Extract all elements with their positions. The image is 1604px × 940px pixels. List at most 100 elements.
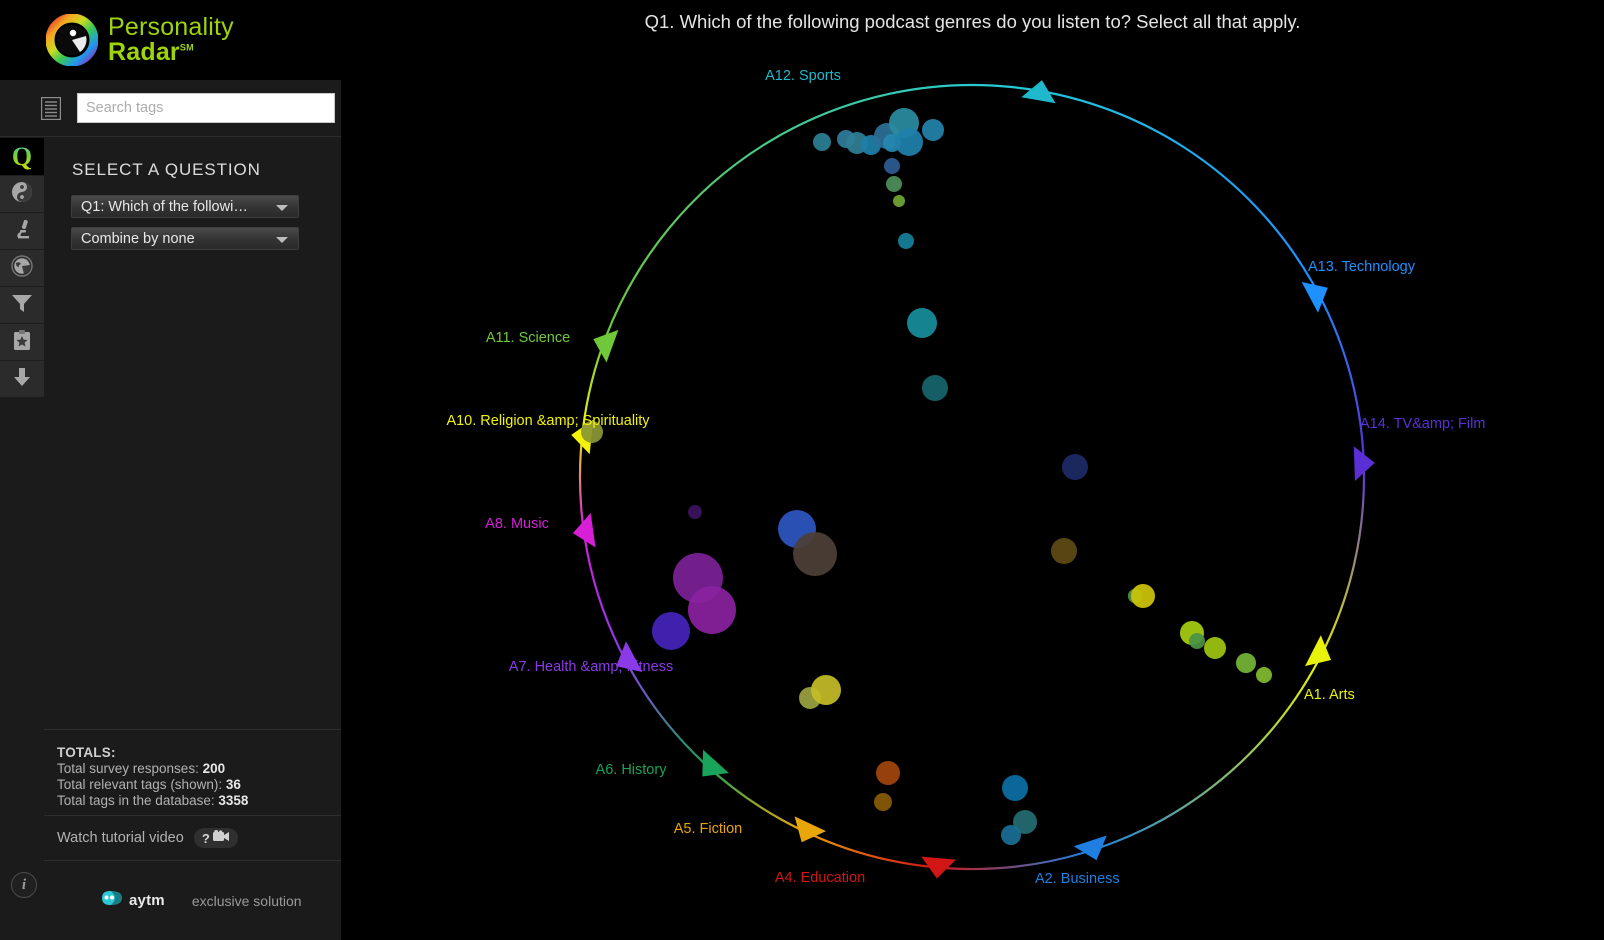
tag-bubble[interactable]: [811, 675, 841, 705]
brand-logo[interactable]: Personality RadarSM: [0, 0, 341, 80]
ring-segment: [799, 828, 932, 868]
tag-bubble[interactable]: [1204, 637, 1226, 659]
axis-label-a12[interactable]: A12. Sports: [765, 68, 841, 84]
brand-line-1: Personality: [108, 13, 234, 41]
app-root: Personality RadarSM Search tags Q SELECT…: [0, 0, 1604, 940]
sidebar-item-filter[interactable]: [0, 287, 44, 324]
sidebar-item-globe[interactable]: [0, 250, 44, 287]
search-row: [0, 80, 341, 137]
axis-label-a5[interactable]: A5. Fiction: [674, 821, 743, 837]
totals-panel: TOTALS: Total survey responses: 200 Tota…: [44, 731, 341, 816]
ring-segment: [1086, 660, 1320, 853]
axis-label-a10[interactable]: A10. Religion &amp; Spirituality: [446, 413, 650, 429]
radar-points[interactable]: [581, 108, 1272, 845]
axis-label-a11[interactable]: A11. Science: [486, 330, 570, 346]
axis-wedge: [572, 513, 596, 548]
axis-label-a2[interactable]: A2. Business: [1035, 871, 1120, 887]
axis-label-a6[interactable]: A6. History: [596, 762, 668, 778]
globe-pie-icon: [11, 254, 33, 282]
totals-row-relevant-label: Total relevant tags (shown):: [57, 777, 226, 792]
brand-line-2: RadarSM: [108, 40, 234, 65]
ring-segment: [581, 524, 624, 656]
tag-bubble[interactable]: [874, 793, 892, 811]
clipboard-star-icon: [12, 329, 32, 356]
tag-bubble[interactable]: [1062, 454, 1088, 480]
tag-bubble[interactable]: [1236, 653, 1256, 673]
sidebar-item-download[interactable]: [0, 361, 44, 398]
panel-title: SELECT A QUESTION: [72, 160, 261, 179]
combine-dropdown-value: Combine by none: [81, 230, 195, 247]
axis-label-a14[interactable]: A14. TV&amp; Film: [1360, 416, 1485, 432]
tag-bubble[interactable]: [793, 532, 837, 576]
icon-rail: Q: [0, 138, 44, 403]
axis-wedge: [1021, 80, 1056, 104]
tag-bubble[interactable]: [1131, 584, 1155, 608]
combine-dropdown[interactable]: Combine by none: [71, 227, 299, 250]
sidebar-item-microscope[interactable]: [0, 213, 44, 250]
sidebar-item-clipboard[interactable]: [0, 324, 44, 361]
tag-bubble[interactable]: [895, 128, 923, 156]
tag-bubble[interactable]: [884, 158, 900, 174]
ring-segment: [605, 83, 1014, 337]
tag-bubble[interactable]: [1189, 633, 1205, 649]
question-panel: SELECT A QUESTION Q1: Which of the follo…: [44, 138, 341, 730]
tag-bubble[interactable]: [886, 176, 902, 192]
microscope-icon: [11, 218, 33, 245]
totals-row-database: Total tags in the database: 3358: [57, 793, 341, 808]
tag-bubble[interactable]: [876, 761, 900, 785]
tag-bubble[interactable]: [893, 195, 905, 207]
tag-bubble[interactable]: [1051, 538, 1077, 564]
aytm-logo-icon: [101, 889, 123, 912]
axis-label-a7[interactable]: A7. Health &amp; Fitness: [509, 659, 673, 675]
axis-label-a13[interactable]: A13. Technology: [1308, 259, 1416, 275]
axis-wedge: [702, 749, 729, 777]
tutorial-badge[interactable]: ?: [193, 828, 238, 848]
tag-bubble[interactable]: [922, 119, 944, 141]
axis-label-a1[interactable]: A1. Arts: [1304, 687, 1355, 703]
info-icon[interactable]: i: [11, 872, 37, 898]
funnel-icon: [10, 292, 34, 319]
sidebar-item-personality[interactable]: [0, 176, 44, 213]
tag-bubble[interactable]: [688, 505, 702, 519]
totals-row-responses: Total survey responses: 200: [57, 761, 341, 776]
radar-ring-icon: [45, 13, 99, 67]
axis-wedge: [1301, 282, 1328, 313]
question-dropdown[interactable]: Q1: Which of the followi…: [71, 195, 299, 218]
list-lines-icon[interactable]: [40, 96, 62, 120]
tag-bubble[interactable]: [1002, 775, 1028, 801]
sidebar-item-question[interactable]: Q: [0, 138, 44, 176]
tag-bubble[interactable]: [898, 233, 914, 249]
chart-area: Q1. Which of the following podcast genre…: [341, 0, 1604, 940]
totals-row-relevant: Total relevant tags (shown): 36: [57, 777, 341, 792]
brand-line-2-text: Radar: [108, 38, 180, 66]
tutorial-row[interactable]: Watch tutorial video ?: [44, 816, 341, 861]
yin-yang-icon: [11, 181, 33, 208]
tag-bubble[interactable]: [813, 133, 831, 151]
totals-heading: TOTALS:: [57, 745, 116, 760]
tag-bubble[interactable]: [1256, 667, 1272, 683]
totals-row-database-value: 3358: [218, 793, 249, 808]
search-input[interactable]: [77, 93, 335, 123]
aytm-wordmark: aytm: [129, 892, 165, 909]
question-dropdown-value: Q1: Which of the followi…: [81, 198, 248, 215]
tag-bubble[interactable]: [907, 308, 937, 338]
chevron-down-icon: [276, 205, 288, 211]
totals-row-database-label: Total tags in the database:: [57, 793, 219, 808]
footer-bar: aytm exclusive solution: [44, 861, 341, 940]
chevron-down-icon: [276, 237, 288, 243]
download-arrow-icon: [11, 366, 33, 393]
totals-row-relevant-value: 36: [225, 777, 241, 792]
radar-ring: [571, 80, 1375, 879]
tag-bubble[interactable]: [652, 612, 690, 650]
axis-label-a4[interactable]: A4. Education: [775, 870, 865, 886]
totals-row-responses-value: 200: [202, 761, 226, 776]
brand-wordmark: Personality RadarSM: [108, 15, 234, 65]
axis-label-a8[interactable]: A8. Music: [485, 516, 549, 532]
brand-superscript: SM: [179, 42, 194, 53]
question-mark-icon: ?: [201, 830, 210, 846]
radar-plot[interactable]: A12. Sports A13. Technology A14. TV&amp; F…: [341, 0, 1604, 940]
axis-wedge: [593, 329, 619, 363]
tag-bubble[interactable]: [922, 375, 948, 401]
tag-bubble[interactable]: [688, 586, 736, 634]
tag-bubble[interactable]: [1001, 825, 1021, 845]
